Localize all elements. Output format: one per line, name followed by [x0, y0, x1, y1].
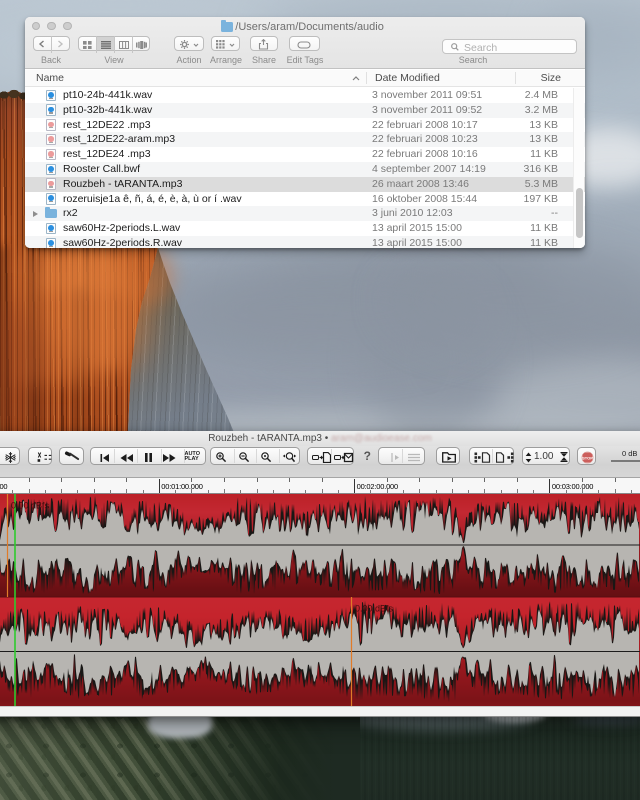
svg-text:0.00 dBfs: 0.00 dBfs [11, 501, 50, 511]
svg-text:0.00 dBfs: 0.00 dBfs [355, 604, 394, 614]
